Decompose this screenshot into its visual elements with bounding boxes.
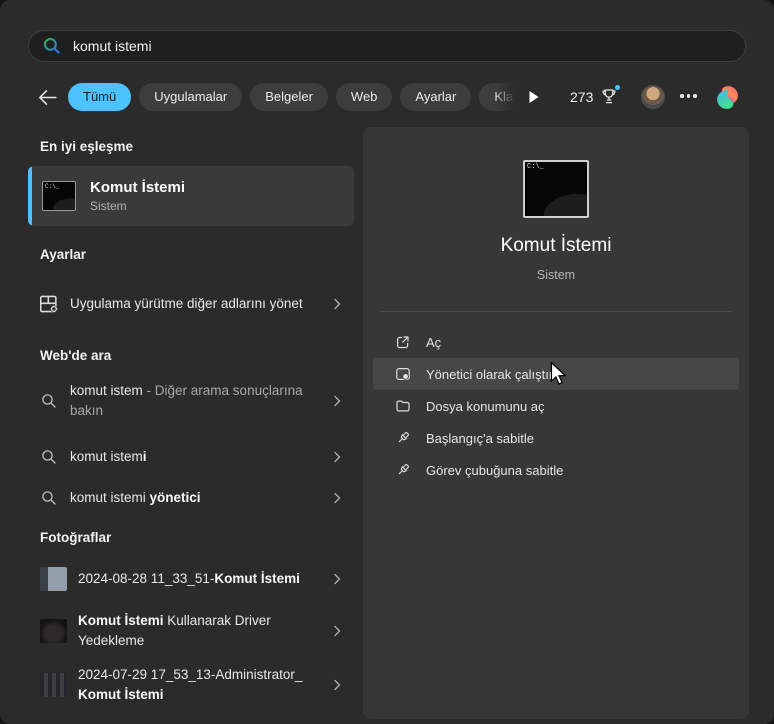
- dot-icon: [687, 94, 691, 98]
- photo-result-3[interactable]: 2024-07-29 17_53_13-Administrator_ Komut…: [28, 657, 354, 713]
- action-pin-to-start[interactable]: Başlangıç'a sabitle: [373, 422, 739, 454]
- dot-icon: [693, 94, 697, 98]
- open-external-icon: [393, 334, 413, 350]
- chevron-right-icon: [330, 491, 344, 505]
- user-avatar[interactable]: [641, 85, 665, 109]
- web-suggestion-label: komut istemi yönetici: [70, 488, 330, 508]
- rewards-points: 273: [570, 89, 593, 105]
- preview-title: Komut İstemi: [363, 235, 749, 257]
- action-label: Görev çubuğuna sabitle: [426, 463, 563, 478]
- section-best-match-heading: En iyi eşleşme: [40, 139, 133, 154]
- more-options-button[interactable]: [680, 94, 697, 98]
- search-bar[interactable]: [28, 30, 746, 62]
- screen: Tümü Uygulamalar Belgeler Web Ayarlar Kl…: [0, 0, 774, 724]
- tabs-scroll-right-button[interactable]: [524, 87, 544, 107]
- chevron-right-icon: [330, 297, 344, 311]
- pin-icon: [393, 430, 413, 446]
- action-label: Yönetici olarak çalıştır: [426, 367, 553, 382]
- settings-result-label: Uygulama yürütme diğer adlarını yönet: [70, 294, 330, 314]
- action-label: Aç: [426, 335, 441, 350]
- chevron-right-icon: [330, 624, 344, 638]
- photo-thumbnail: [28, 673, 78, 697]
- filter-tabs: Tümü Uygulamalar Belgeler Web Ayarlar Kl…: [68, 83, 518, 112]
- chevron-right-icon: [330, 572, 344, 586]
- run-as-admin-icon: [393, 366, 413, 382]
- back-arrow-icon: [36, 87, 57, 108]
- tab-klasorler[interactable]: Klasörler: [479, 83, 518, 111]
- action-label: Başlangıç'a sabitle: [426, 431, 534, 446]
- search-glass-icon: [28, 392, 70, 410]
- tab-uygulamalar[interactable]: Uygulamalar: [139, 83, 242, 111]
- search-glass-icon: [28, 448, 70, 466]
- rewards-notification-dot: [615, 85, 620, 90]
- pin-icon: [393, 462, 413, 478]
- web-suggestion-label: komut istem - Diğer arama sonuçlarına ba…: [70, 381, 330, 421]
- web-suggestion-label: komut istemi: [70, 447, 330, 467]
- tab-belgeler[interactable]: Belgeler: [250, 83, 328, 111]
- photo-result-label: Komut İstemi Kullanarak Driver Yedekleme: [78, 611, 330, 651]
- search-glass-icon: [28, 489, 70, 507]
- action-open-file-location[interactable]: Dosya konumunu aç: [373, 390, 739, 422]
- tab-ayarlar[interactable]: Ayarlar: [400, 83, 471, 111]
- web-suggestion-1[interactable]: komut istem - Diğer arama sonuçlarına ba…: [28, 374, 354, 428]
- photo-result-label: 2024-08-28 11_33_51-Komut İstemi: [78, 569, 330, 589]
- command-prompt-icon: C:\_: [42, 181, 76, 211]
- photo-result-label: 2024-07-29 17_53_13-Administrator_ Komut…: [78, 665, 330, 705]
- photo-result-2[interactable]: Komut İstemi Kullanarak Driver Yedekleme: [28, 603, 354, 659]
- web-suggestion-2[interactable]: komut istemi: [28, 440, 354, 474]
- action-run-as-admin[interactable]: Yönetici olarak çalıştır: [373, 358, 739, 390]
- search-window: Tümü Uygulamalar Belgeler Web Ayarlar Kl…: [0, 0, 774, 724]
- search-icon: [42, 36, 62, 56]
- tab-web[interactable]: Web: [336, 83, 393, 111]
- dot-icon: [680, 94, 684, 98]
- copilot-button[interactable]: [712, 82, 742, 112]
- divider: [381, 311, 731, 312]
- best-match-result[interactable]: C:\_ Komut İstemi Sistem: [28, 166, 354, 226]
- preview-subtitle: Sistem: [363, 268, 749, 282]
- chevron-right-icon: [330, 450, 344, 464]
- section-photos-heading: Fotoğraflar: [40, 530, 111, 545]
- section-settings-heading: Ayarlar: [40, 247, 86, 262]
- best-match-title: Komut İstemi: [90, 179, 185, 196]
- action-pin-to-taskbar[interactable]: Görev çubuğuna sabitle: [373, 454, 739, 486]
- photo-thumbnail: [28, 619, 78, 643]
- chevron-right-icon: [330, 394, 344, 408]
- play-icon: [528, 90, 540, 104]
- selection-accent-bar: [28, 166, 32, 226]
- action-label: Dosya konumunu aç: [426, 399, 545, 414]
- copilot-icon: [714, 84, 741, 111]
- section-web-heading: Web'de ara: [40, 348, 111, 363]
- best-match-subtitle: Sistem: [90, 199, 185, 213]
- trophy-icon: [600, 87, 618, 106]
- folder-icon: [393, 398, 413, 414]
- search-input[interactable]: [71, 37, 745, 55]
- settings-result-app-aliases[interactable]: Uygulama yürütme diğer adlarını yönet: [28, 278, 354, 330]
- best-match-text: Komut İstemi Sistem: [90, 179, 185, 213]
- rewards-button[interactable]: 273: [570, 87, 618, 106]
- preview-pane: C:\_ Komut İstemi Sistem Aç Yönetici ola…: [363, 127, 749, 719]
- action-open[interactable]: Aç: [373, 326, 739, 358]
- app-aliases-icon: [28, 293, 70, 315]
- command-prompt-icon-large: C:\_: [523, 160, 589, 218]
- photo-thumbnail: [28, 567, 78, 591]
- web-suggestion-3[interactable]: komut istemi yönetici: [28, 481, 354, 515]
- chevron-right-icon: [330, 678, 344, 692]
- photo-result-1[interactable]: 2024-08-28 11_33_51-Komut İstemi: [28, 558, 354, 600]
- tab-tumu[interactable]: Tümü: [68, 83, 131, 111]
- back-button[interactable]: [34, 85, 58, 109]
